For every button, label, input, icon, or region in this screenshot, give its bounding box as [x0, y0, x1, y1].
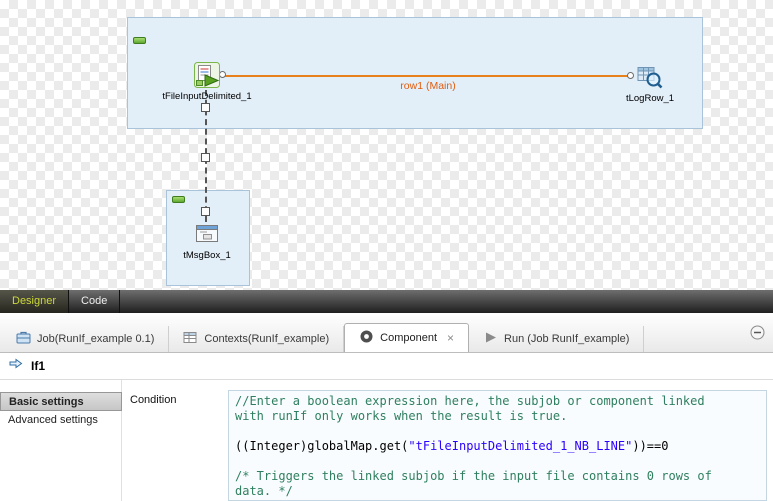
- trigger-handle-top[interactable]: [201, 103, 210, 112]
- component-tmsgbox[interactable]: tMsgBox_1: [152, 221, 262, 261]
- tab-component-label: Component: [380, 332, 437, 344]
- tab-job[interactable]: Job(RunIf_example 0.1): [2, 326, 169, 352]
- sidebar-item-advanced-settings[interactable]: Advanced settings: [0, 411, 122, 430]
- component-tfileinputdelimited[interactable]: tFileInputDelimited_1: [152, 62, 262, 102]
- talend-studio-window: row1 (Main) tFileInputDelimited_1: [0, 0, 773, 501]
- component-label: tLogRow_1: [626, 93, 674, 104]
- subjob-collapse-button[interactable]: [133, 37, 146, 44]
- tab-designer[interactable]: Designer: [0, 290, 69, 313]
- trigger-handle-bottom[interactable]: [201, 207, 210, 216]
- tab-close-icon[interactable]: ×: [447, 331, 454, 345]
- view-tabstrip: Job(RunIf_example 0.1) Contexts(RunIf_ex…: [0, 313, 773, 353]
- tab-component[interactable]: Component ×: [344, 323, 469, 352]
- tab-contexts[interactable]: Contexts(RunIf_example): [169, 326, 344, 352]
- code-comment-line: //Enter a boolean expression here, the s…: [235, 394, 760, 409]
- minimize-panel-icon[interactable]: [750, 325, 765, 340]
- row1-connection-label[interactable]: row1 (Main): [224, 80, 632, 92]
- contexts-icon: [183, 330, 198, 348]
- component-title: If1: [31, 359, 45, 373]
- tab-code[interactable]: Code: [69, 290, 120, 313]
- condition-code-editor[interactable]: //Enter a boolean expression here, the s…: [228, 390, 767, 501]
- component-label: tMsgBox_1: [183, 250, 231, 261]
- code-comment-line: /* Triggers the linked subjob if the inp…: [235, 469, 760, 484]
- code-blank-line: [235, 454, 760, 469]
- tmsgbox-icon: [194, 221, 220, 247]
- row1-connection-line[interactable]: [224, 75, 632, 77]
- job-icon: [16, 330, 31, 348]
- component-panel-header: If1: [0, 353, 773, 380]
- tab-run[interactable]: Run (Job RunIf_example): [469, 326, 644, 352]
- code-blank-line: [235, 424, 760, 439]
- code-comment-line: with runIf only works when the result is…: [235, 409, 760, 424]
- tlogrow-icon: [637, 64, 663, 90]
- sidebar-item-basic-settings[interactable]: Basic settings: [0, 392, 122, 411]
- code-comment-line: data. */: [235, 484, 760, 499]
- code-expression-line: ((Integer)globalMap.get("tFileInputDelim…: [235, 439, 760, 454]
- design-canvas[interactable]: row1 (Main) tFileInputDelimited_1: [0, 0, 773, 290]
- tab-job-label: Job(RunIf_example 0.1): [37, 333, 154, 345]
- component-label: tFileInputDelimited_1: [162, 91, 251, 102]
- if-arrow-icon: [8, 356, 23, 376]
- condition-label: Condition: [130, 394, 176, 406]
- component-settings-panel: Basic settings Advanced settings Conditi…: [0, 380, 773, 501]
- tab-contexts-label: Contexts(RunIf_example): [204, 333, 329, 345]
- subjob-collapse-button[interactable]: [172, 196, 185, 203]
- component-icon: [359, 329, 374, 347]
- editor-tabbar: Designer Code: [0, 290, 773, 313]
- settings-sidebar: Basic settings Advanced settings: [0, 380, 122, 501]
- component-tlogrow[interactable]: tLogRow_1: [595, 64, 705, 104]
- tfileinputdelimited-icon: [194, 62, 220, 88]
- trigger-handle-middle[interactable]: [201, 153, 210, 162]
- run-icon: [483, 330, 498, 348]
- tab-run-label: Run (Job RunIf_example): [504, 333, 629, 345]
